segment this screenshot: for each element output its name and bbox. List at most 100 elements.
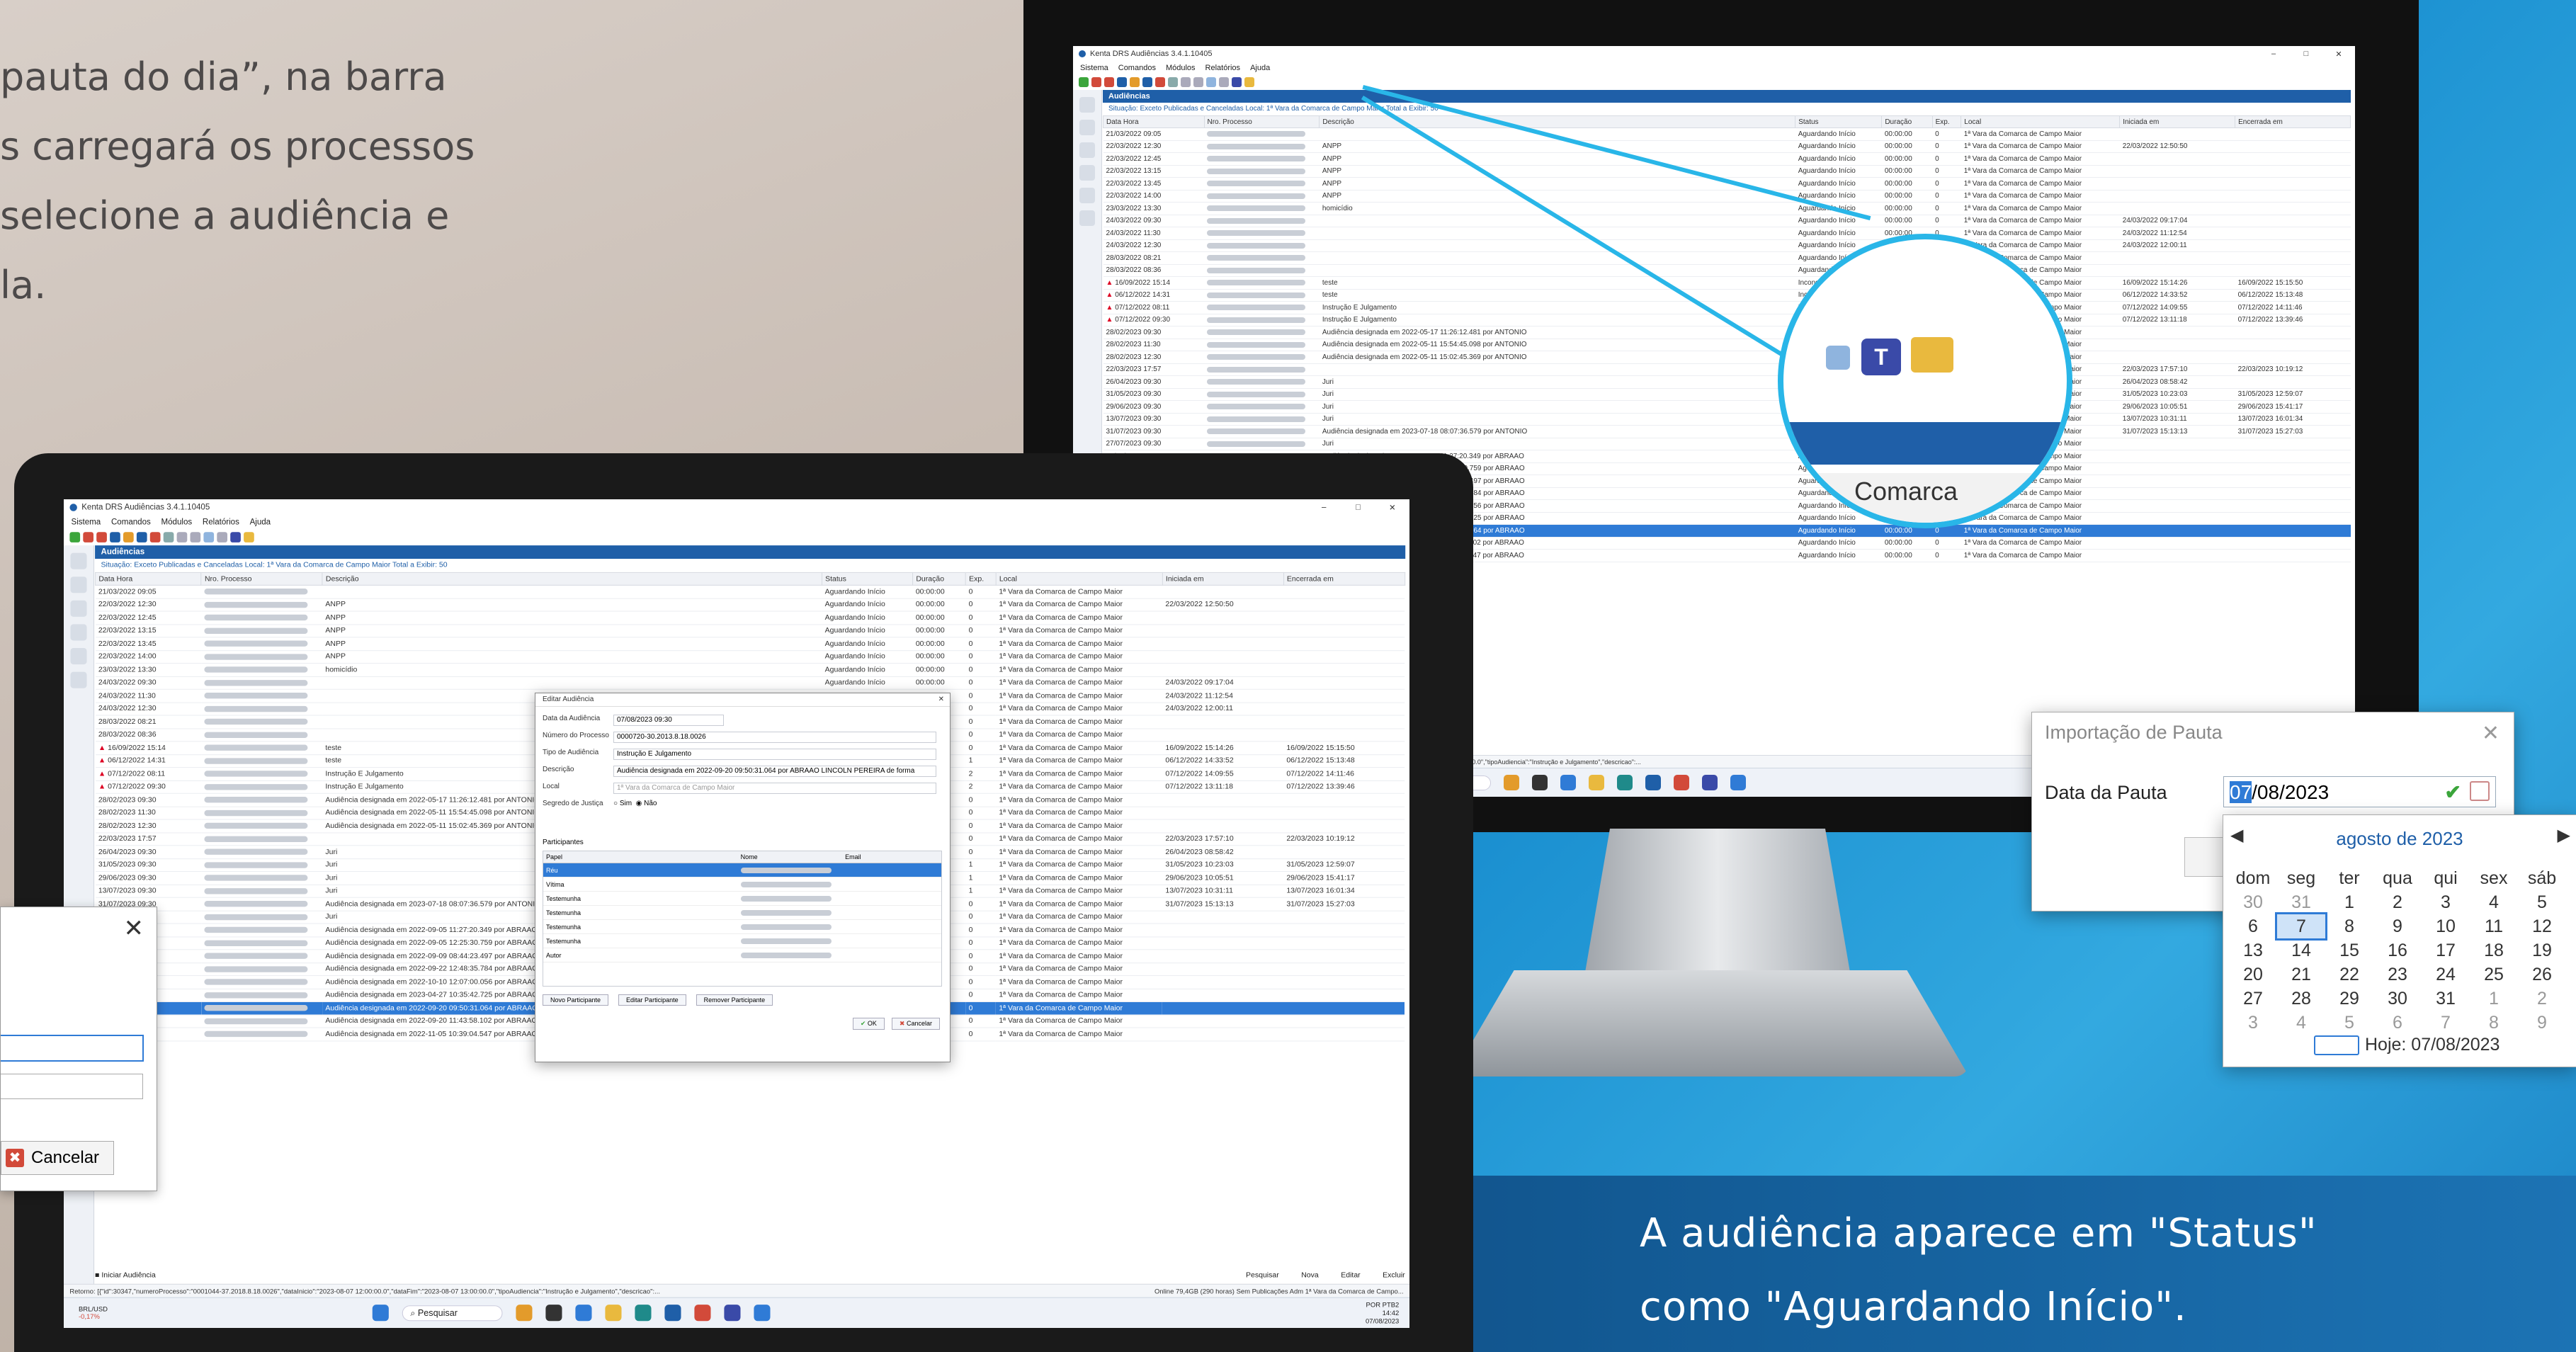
calendar-day[interactable]: 11 bbox=[2470, 914, 2518, 938]
date-time-field[interactable]: 07/08/2023 09:30 bbox=[613, 715, 724, 726]
print-icon[interactable] bbox=[1142, 77, 1152, 87]
calendar-day[interactable]: 23 bbox=[2373, 962, 2422, 987]
column-header[interactable]: Duração bbox=[1881, 115, 1933, 128]
clock[interactable]: POR PTB214:4207/08/2023 bbox=[1366, 1301, 1399, 1326]
tool-icon[interactable] bbox=[176, 532, 188, 542]
column-header[interactable]: Data Hora bbox=[1103, 115, 1205, 128]
cancel-button[interactable]: ✖ Cancelar bbox=[891, 1018, 940, 1030]
participant-row[interactable]: Réu bbox=[543, 863, 941, 877]
taskbar-app-icon[interactable] bbox=[605, 1305, 622, 1322]
participant-row[interactable]: Testemunha bbox=[543, 919, 941, 934]
tool-icon[interactable] bbox=[1206, 77, 1216, 87]
participant-row[interactable]: Autor bbox=[543, 948, 941, 962]
tool-icon[interactable] bbox=[217, 532, 227, 542]
filter-bar[interactable]: Situação: Exceto Publicadas e Canceladas… bbox=[1103, 103, 2351, 115]
remove-participant-button[interactable]: Remover Participante bbox=[696, 994, 773, 1006]
table-row[interactable]: 22/03/2022 12:45 ANPP Aguardando Início 00:… bbox=[95, 611, 1405, 625]
process-number-field[interactable]: 0000720-30.2013.8.18.0026 bbox=[613, 732, 936, 743]
participant-row[interactable]: Vítima bbox=[543, 877, 941, 892]
calendar-day[interactable]: 13 bbox=[2229, 938, 2277, 962]
refresh-icon[interactable] bbox=[123, 532, 134, 542]
edit-icon[interactable] bbox=[1091, 77, 1101, 87]
agenda-icon[interactable] bbox=[70, 552, 87, 569]
windows-start-icon[interactable] bbox=[372, 1305, 389, 1322]
close-icon[interactable]: ✕ bbox=[1375, 503, 1409, 513]
calendar-day[interactable]: 5 bbox=[2518, 890, 2566, 914]
calendar-day[interactable]: 25 bbox=[2470, 962, 2518, 987]
table-row[interactable]: 21/03/2022 09:05 Aguardando Início 00:00:0… bbox=[1103, 127, 2351, 141]
calendar-day[interactable]: 4 bbox=[2277, 1011, 2325, 1035]
taskbar-app-icon[interactable] bbox=[1730, 775, 1747, 790]
calendar-day[interactable]: 9 bbox=[2518, 1011, 2566, 1035]
column-header[interactable]: Status bbox=[821, 572, 914, 586]
radio-nao[interactable]: ◉ Não bbox=[636, 800, 657, 807]
taskbar-app-icon[interactable] bbox=[516, 1305, 533, 1322]
column-header[interactable]: Data Hora bbox=[95, 572, 202, 586]
table-row[interactable]: 27/07/2023 09:30JuriAguardando Início00:… bbox=[1103, 438, 2351, 450]
column-header[interactable]: Status bbox=[1795, 115, 1883, 128]
column-header[interactable]: Nro. Processo bbox=[200, 572, 323, 586]
menu-item[interactable]: Sistema bbox=[72, 518, 101, 527]
table-row[interactable]: 24/03/2022 09:30 Aguardando Início 00:00:0… bbox=[1103, 215, 2351, 227]
table-row[interactable]: 24/03/2022 09:30 Aguardando Início 00:00:0… bbox=[95, 676, 1405, 690]
ok-button[interactable]: ✔ OK bbox=[852, 1018, 885, 1030]
calendar-day[interactable]: 26 bbox=[2518, 962, 2566, 987]
menu-item[interactable]: Relatórios bbox=[1205, 64, 1241, 72]
column-header[interactable]: Duração bbox=[912, 572, 966, 586]
table-row[interactable]: 31/07/2023 09:30 Audiência designada em 2… bbox=[1103, 425, 2351, 438]
table-row[interactable]: 24/03/2022 11:30Aguardando Início00:00:0… bbox=[1103, 227, 2351, 240]
calendar-day[interactable]: 22 bbox=[2325, 962, 2373, 987]
menu-item[interactable]: Ajuda bbox=[250, 518, 271, 527]
taskbar-app-icon[interactable] bbox=[1617, 775, 1633, 790]
calendar-day[interactable]: 8 bbox=[2470, 1011, 2518, 1035]
table-row[interactable]: 22/03/2022 13:15 ANPP Aguardando Início 00:… bbox=[95, 624, 1405, 638]
filter-bar[interactable]: Situação: Exceto Publicadas e Canceladas… bbox=[95, 559, 1405, 572]
table-row[interactable]: 26/04/2023 09:30JuriAguardando Início00:… bbox=[1103, 375, 2351, 389]
col-header[interactable]: Email bbox=[842, 851, 941, 863]
taskbar-app-icon[interactable] bbox=[1560, 775, 1577, 790]
calendar-day[interactable]: 30 bbox=[2373, 987, 2422, 1011]
doc-icon[interactable] bbox=[70, 624, 87, 641]
table-row[interactable]: 28/02/2023 09:30 Audiência designada em 2… bbox=[1103, 326, 2351, 339]
home-icon[interactable] bbox=[110, 532, 120, 542]
description-field[interactable]: Audiência designada em 2022-09-20 09:50:… bbox=[613, 766, 936, 777]
report-icon[interactable] bbox=[149, 532, 161, 542]
col-header[interactable]: Papel bbox=[543, 851, 738, 863]
radio-sim[interactable]: ○ Sim bbox=[613, 800, 632, 807]
column-header[interactable]: Encerrada em bbox=[2235, 115, 2351, 128]
calendar-day[interactable]: 4 bbox=[2470, 890, 2518, 914]
taskbar-app-icon[interactable] bbox=[1674, 775, 1690, 790]
folder-import-icon[interactable] bbox=[1911, 337, 1953, 373]
add-participant-button[interactable]: Novo Participante bbox=[543, 994, 609, 1006]
taskbar-app-icon[interactable] bbox=[635, 1305, 652, 1322]
calendar-day[interactable]: 9 bbox=[2373, 914, 2422, 938]
column-header[interactable]: Iniciada em bbox=[1162, 572, 1284, 586]
next-month-icon[interactable]: ▶ bbox=[2558, 825, 2570, 846]
table-row[interactable]: 28/02/2023 11:30 Audiência designada em 2… bbox=[1103, 339, 2351, 351]
taskbar-app-icon[interactable] bbox=[1702, 775, 1718, 790]
edit-participant-button[interactable]: Editar Participante bbox=[618, 994, 686, 1006]
column-header[interactable]: Exp. bbox=[1931, 115, 1962, 128]
taskbar-app-icon[interactable] bbox=[545, 1305, 562, 1322]
column-header[interactable]: Local bbox=[1961, 115, 2121, 128]
table-row[interactable]: 31/05/2023 09:30JuriEncerrada00:43:5311ª… bbox=[1103, 388, 2351, 401]
edit-icon[interactable] bbox=[83, 532, 93, 542]
table-row[interactable]: 28/03/2022 08:36Aguardando Início00:00:0… bbox=[1103, 264, 2351, 277]
report-icon[interactable] bbox=[1155, 77, 1165, 87]
calendar-day[interactable]: 15 bbox=[2325, 938, 2373, 962]
calendar-day[interactable]: 3 bbox=[2229, 1011, 2277, 1035]
text-field[interactable] bbox=[1, 1074, 143, 1099]
agenda-icon[interactable] bbox=[1079, 97, 1095, 113]
maximize-icon[interactable]: □ bbox=[2290, 50, 2322, 59]
print-icon[interactable] bbox=[136, 532, 147, 542]
menu-item[interactable]: Sistema bbox=[1080, 64, 1108, 72]
taskbar-app-icon[interactable] bbox=[1589, 775, 1605, 790]
calendar-day[interactable]: 29 bbox=[2325, 987, 2373, 1011]
close-icon[interactable]: ✕ bbox=[938, 693, 944, 706]
table-row[interactable]: 22/03/2022 13:45 ANPP Aguardando Início 00:… bbox=[95, 637, 1405, 651]
table-row[interactable]: 23/03/2022 13:30 homicídioAguardando Iníc… bbox=[95, 663, 1405, 677]
table-row[interactable]: 22/03/2022 12:30 ANPP Aguardando Início 00:… bbox=[95, 598, 1405, 612]
minimize-icon[interactable]: – bbox=[2257, 50, 2290, 59]
doc-icon[interactable] bbox=[1079, 165, 1095, 181]
menu-item[interactable]: Relatórios bbox=[203, 518, 239, 527]
